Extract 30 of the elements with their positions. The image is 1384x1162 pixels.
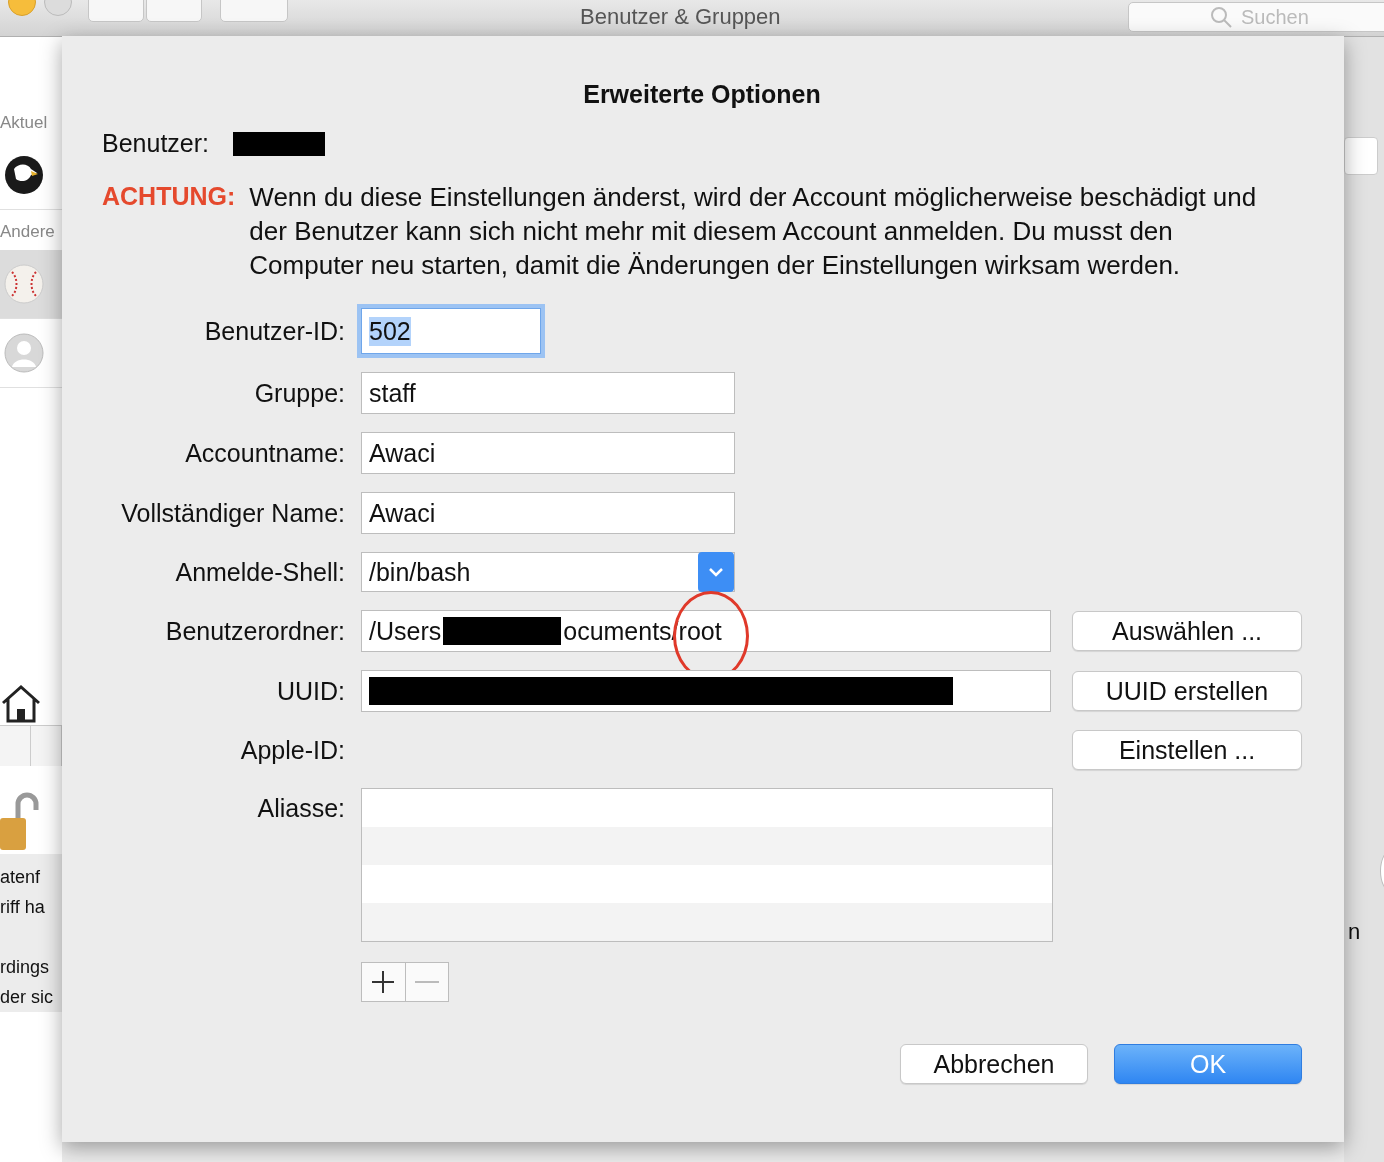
warning-text: Wenn du diese Einstellungen änderst, wird der Account möglicherweise beschädigt und der Benutzer kann sich nicht mehr mit diesem Account anmelden. Du musst den Computer neu starten, damit die Änderungen der Einstellungen wirksam werden. — [249, 181, 1258, 282]
action-button[interactable]: UUID erstellen — [1072, 671, 1302, 711]
path-start: /Users — [369, 616, 442, 646]
field-label: UUID: — [275, 676, 345, 706]
field-label: Anmelde-Shell: — [174, 557, 345, 587]
user-label: Benutzer: — [102, 129, 209, 158]
dialog-button[interactable]: Abbrechen — [900, 1044, 1088, 1084]
warning-label: ACHTUNG: — [102, 181, 236, 212]
text-fragment: n — [1348, 919, 1361, 945]
section-header: Aktuel — [0, 112, 49, 134]
field-label: Accountname: — [184, 438, 345, 468]
text-fragment: atenf — [0, 866, 42, 889]
window-title: Benutzer & Gruppen — [580, 4, 781, 30]
action-button[interactable]: Auswählen ... — [1072, 611, 1302, 651]
input-field[interactable]: staff — [361, 372, 735, 414]
field-label: Aliasse: — [256, 793, 345, 823]
field-label: Gruppe: — [253, 378, 345, 408]
dialog-title: Erweiterte Optionen — [582, 80, 822, 109]
field-label: Benutzer-ID: — [203, 316, 345, 346]
text-fragment: riff ha — [0, 896, 46, 919]
input-field[interactable]: Awaci — [361, 492, 735, 534]
text-fragment: der sic — [0, 986, 54, 1009]
shell-dropdown[interactable]: /bin/bash — [361, 552, 735, 592]
field-label: Benutzerordner: — [164, 616, 345, 646]
action-button[interactable]: Einstellen ... — [1072, 730, 1302, 770]
text-fragment: rdings — [0, 956, 51, 979]
field-label: Apple-ID: — [239, 735, 345, 765]
section-header: Andere — [0, 221, 56, 243]
input-field[interactable]: Awaci — [361, 432, 735, 474]
field-label: Vollständiger Name: — [120, 498, 345, 528]
